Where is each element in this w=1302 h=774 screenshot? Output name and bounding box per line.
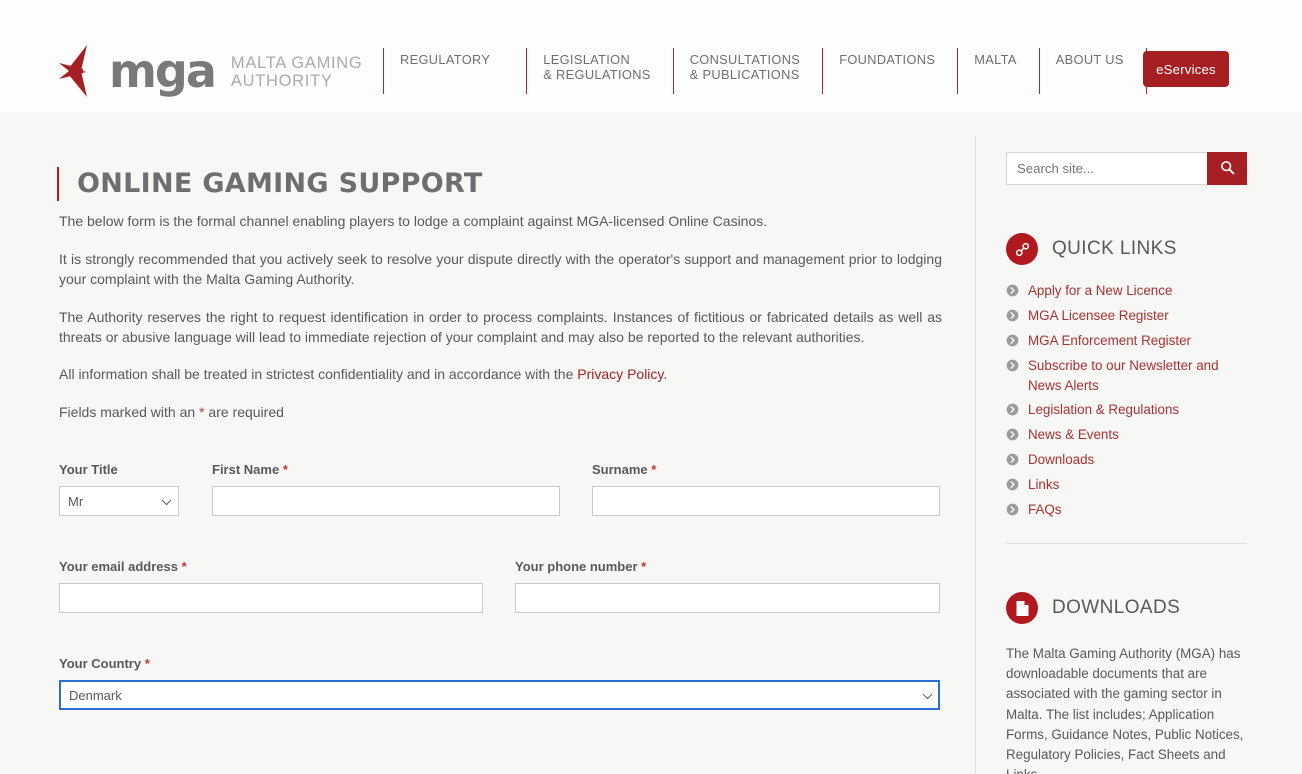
phone-input[interactable]: [515, 583, 940, 613]
logo-wordmark: mga: [109, 44, 217, 98]
quick-link-label: News & Events: [1028, 427, 1119, 443]
surname-input[interactable]: [592, 486, 940, 516]
field-email: Your email address *: [59, 559, 483, 613]
quick-link-label: MGA Licensee Register: [1028, 308, 1169, 323]
field-surname: Surname *: [592, 462, 940, 516]
site-logo[interactable]: mga MALTA GAMING AUTHORITY: [57, 42, 362, 100]
downloads-description: The Malta Gaming Authority (MGA) has dow…: [1006, 646, 1244, 774]
first-name-required-marker: *: [282, 462, 288, 477]
mga-arrow-logo-icon: [57, 42, 103, 100]
chevron-right-circle-icon: [1006, 453, 1019, 471]
your-title-select[interactable]: Mr: [59, 486, 179, 516]
select-wrap-your-title: Mr: [59, 486, 179, 516]
chevron-right-circle-icon: [1006, 428, 1019, 446]
confidentiality-suffix: .: [663, 366, 668, 383]
search-icon: [1220, 160, 1235, 178]
quick-link-item[interactable]: Legislation & Regulations: [1006, 400, 1247, 421]
quick-links-list: Apply for a New Licence MGA Licensee Reg…: [1006, 281, 1247, 521]
phone-required-marker: *: [641, 559, 647, 574]
quick-link-label: Apply for a New Licence: [1028, 283, 1173, 298]
chevron-right-circle-icon: [1006, 403, 1019, 421]
field-your-title: Your Title Mr: [59, 462, 179, 516]
intro-paragraph-3: The Authority reserves the right to requ…: [59, 308, 942, 345]
downloads-heading: DOWNLOADS: [1052, 597, 1181, 619]
intro-paragraph-2: It is strongly recommended that you acti…: [59, 250, 942, 287]
label-email: Your email address *: [59, 559, 187, 574]
label-phone: Your phone number *: [515, 559, 647, 574]
field-country: Your Country * Denmark: [59, 656, 940, 710]
quick-link-label: MGA Enforcement Register: [1028, 333, 1191, 348]
label-your-title: Your Title: [59, 462, 118, 477]
search-input[interactable]: [1006, 152, 1207, 185]
quick-links-heading-row: QUICK LINKS: [1006, 233, 1247, 265]
surname-required-marker: *: [651, 462, 657, 477]
quick-link-item[interactable]: FAQs: [1006, 500, 1247, 521]
site-header: mga MALTA GAMING AUTHORITY REGULATORY LE…: [0, 0, 1302, 112]
sidebar-vertical-divider: [975, 137, 976, 774]
quick-link-label: FAQs: [1028, 502, 1062, 518]
sidebar: QUICK LINKS Apply for a New Licence MGA …: [1006, 152, 1247, 774]
required-note-prefix: Fields marked with an: [59, 404, 200, 421]
first-name-input[interactable]: [212, 486, 560, 516]
nav-item-legislation-regulations[interactable]: LEGISLATION & REGULATIONS: [526, 48, 672, 94]
quick-link-item[interactable]: Apply for a New Licence: [1006, 281, 1247, 302]
label-surname: Surname *: [592, 462, 657, 477]
chevron-right-circle-icon: [1006, 334, 1019, 352]
downloads-heading-row: DOWNLOADS: [1006, 592, 1247, 625]
nav-item-consultations-publications[interactable]: CONSULTATIONS & PUBLICATIONS: [672, 48, 823, 94]
chevron-right-circle-icon: [1006, 284, 1019, 302]
title-accent-bar: [57, 166, 59, 201]
complaint-form: Your Title Mr First Name * Surname * You…: [59, 462, 942, 753]
link-chain-icon: [1006, 233, 1038, 265]
label-country: Your Country *: [59, 656, 150, 671]
select-wrap-country: Denmark: [59, 680, 940, 710]
confidentiality-note: All information shall be treated in stri…: [59, 365, 942, 385]
eservices-button[interactable]: eServices: [1143, 51, 1229, 87]
intro-content: The below form is the formal channel ena…: [59, 212, 942, 443]
email-input[interactable]: [59, 583, 483, 613]
chevron-right-circle-icon: [1006, 503, 1019, 521]
page-title: ONLINE GAMING SUPPORT: [77, 168, 483, 200]
confidentiality-text: All information shall be treated in stri…: [59, 366, 578, 383]
form-row-country: Your Country * Denmark: [59, 656, 942, 753]
quick-links-heading: QUICK LINKS: [1052, 238, 1177, 259]
quick-link-label: Legislation & Regulations: [1028, 402, 1180, 418]
country-required-marker: *: [144, 656, 150, 671]
quick-link-label: Downloads: [1028, 452, 1095, 468]
quick-link-item[interactable]: News & Events: [1006, 425, 1247, 446]
site-search: [1006, 152, 1247, 185]
page-title-wrap: ONLINE GAMING SUPPORT: [57, 150, 483, 217]
main-navigation: REGULATORY LEGISLATION & REGULATIONS CON…: [383, 48, 1249, 94]
quick-link-item[interactable]: MGA Licensee Register: [1006, 306, 1247, 327]
privacy-policy-link[interactable]: Privacy Policy: [577, 366, 663, 382]
quick-link-item[interactable]: Links: [1006, 475, 1247, 496]
document-icon: [1006, 592, 1038, 625]
nav-item-foundations[interactable]: FOUNDATIONS: [822, 48, 957, 94]
chevron-right-circle-icon: [1006, 478, 1019, 496]
field-phone: Your phone number *: [515, 559, 940, 613]
required-fields-note: Fields marked with an * are required: [59, 403, 942, 423]
quick-link-item[interactable]: Downloads: [1006, 450, 1247, 471]
nav-item-regulatory[interactable]: REGULATORY: [383, 48, 526, 94]
sidebar-section-divider: [1006, 543, 1247, 545]
email-required-marker: *: [181, 559, 187, 574]
country-select[interactable]: Denmark: [59, 680, 940, 710]
nav-item-about-us[interactable]: ABOUT US: [1038, 48, 1146, 94]
form-row-name: Your Title Mr First Name * Surname *: [59, 462, 942, 559]
form-row-contact: Your email address * Your phone number *: [59, 559, 942, 656]
intro-paragraph-1: The below form is the formal channel ena…: [59, 213, 768, 229]
required-note-suffix: are required: [204, 404, 284, 421]
label-first-name: First Name *: [212, 462, 288, 477]
quick-link-item[interactable]: Subscribe to our Newsletter and News Ale…: [1006, 356, 1247, 396]
logo-subtitle: MALTA GAMING AUTHORITY: [230, 53, 363, 90]
quick-link-label: Subscribe to our Newsletter and News Ale…: [1028, 358, 1219, 394]
nav-item-malta[interactable]: MALTA: [957, 48, 1039, 94]
chevron-right-circle-icon: [1006, 309, 1019, 327]
quick-link-label: Links: [1028, 477, 1060, 493]
quick-link-item[interactable]: MGA Enforcement Register: [1006, 331, 1247, 352]
field-first-name: First Name *: [212, 462, 560, 516]
chevron-right-circle-icon: [1006, 359, 1019, 377]
search-button[interactable]: [1207, 152, 1247, 185]
